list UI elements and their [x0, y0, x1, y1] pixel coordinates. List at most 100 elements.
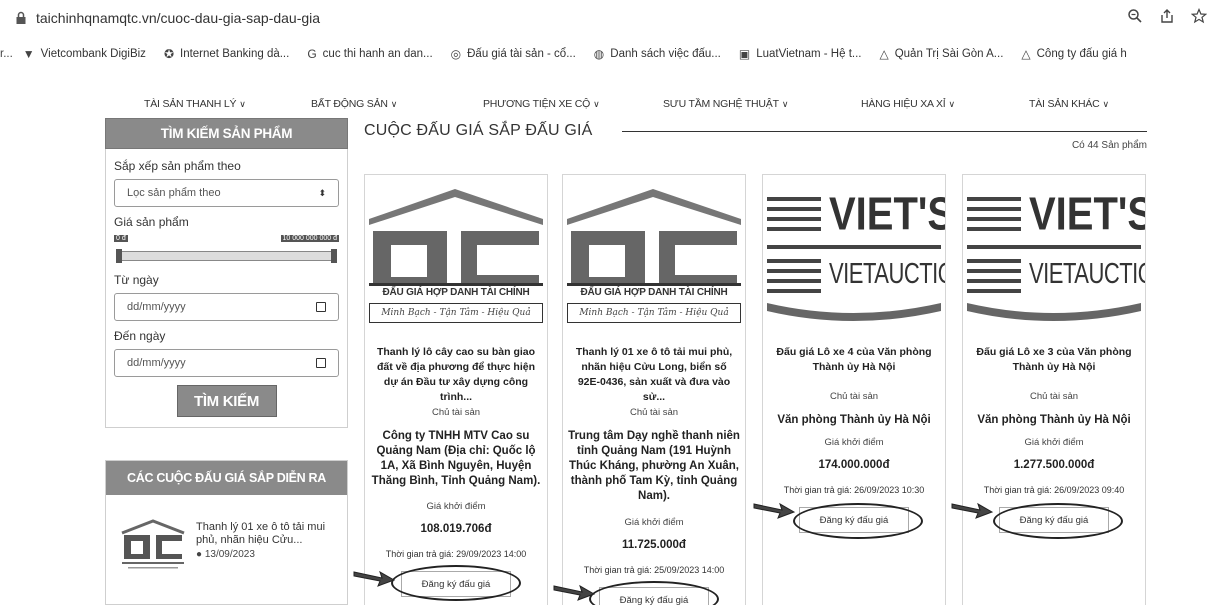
price-range-slider[interactable]: 0 đ 10 000 000 000 đ: [114, 235, 339, 269]
chevron-down-icon: ∨: [948, 99, 956, 109]
nav-item-bat-dong-san[interactable]: BẤT ĐỘNG SẢN ∨: [311, 98, 397, 110]
nav-item-phuong-tien[interactable]: PHƯƠNG TIỆN XE CỘ ∨: [483, 98, 600, 110]
bookmark-item[interactable]: ◍ Danh sách việc đấu...: [594, 47, 721, 61]
bookmark-item[interactable]: ◎ Đấu giá tài sản - cổ...: [451, 47, 576, 61]
bookmark-item[interactable]: ▼ Vietcombank DigiBiz: [23, 47, 146, 61]
auction-card[interactable]: VIET'S VIETAUCTION Đấu giá Lô xe 3 của V…: [962, 174, 1146, 605]
card-title[interactable]: Thanh lý 01 xe ô tô tải mui phủ, nhãn hi…: [569, 345, 739, 405]
bookmark-item[interactable]: △ Công ty đấu giá h: [1021, 47, 1126, 61]
hand-drawn-circle: [993, 503, 1123, 539]
upcoming-item-title[interactable]: Thanh lý 01 xe ô tô tải mui phủ, nhãn hi…: [196, 521, 343, 547]
logo-viet-top: VIET'S: [1029, 189, 1145, 240]
bookmarks-bar: r... ▼ Vietcombank DigiBiz ✪ Internet Bank…: [0, 47, 1127, 61]
logo-viet-top: VIET'S: [829, 189, 945, 240]
bookmark-item[interactable]: ✪ Internet Banking dà...: [164, 47, 289, 61]
search-button[interactable]: TÌM KIẾM: [176, 385, 277, 417]
bookmark-item[interactable]: △ Quản Trị Sài Gòn A...: [879, 47, 1003, 61]
nav-item-thanh-ly[interactable]: TÀI SẢN THANH LÝ ∨: [144, 98, 246, 110]
logo-caption: ĐẤU GIÁ HỢP DANH TÀI CHÍNH: [580, 287, 728, 298]
price-label: Giá khởi điểm: [624, 517, 684, 528]
vietauction-logo-image[interactable]: VIET'S VIETAUCTION: [763, 175, 945, 335]
chevron-down-icon: ∨: [781, 99, 789, 109]
upcoming-item-date: 13/09/2023: [204, 549, 255, 560]
pointer-arrow-icon: [753, 502, 796, 519]
drive-icon: △: [1021, 47, 1031, 61]
hand-drawn-circle: [793, 503, 923, 539]
nav-item-hang-hieu[interactable]: HÀNG HIỆU XA XỈ ∨: [861, 98, 955, 110]
shield-icon: ▼: [22, 47, 35, 61]
owner-label: Chủ tài sản: [829, 391, 879, 402]
url-text[interactable]: taichinhqnamqtc.vn/cuoc-dau-gia-sap-dau-…: [36, 10, 320, 26]
auction-card[interactable]: ĐẤU GIÁ HỢP DANH TÀI CHÍNH Minh Bạch - T…: [562, 174, 746, 605]
hand-drawn-circle: [589, 581, 719, 605]
vietauction-logo-image[interactable]: VIET'S VIETAUCTION: [963, 175, 1145, 335]
start-price: 174.000.000đ: [818, 459, 890, 471]
card-title[interactable]: Thanh lý lô cây cao su bàn giao đất về đ…: [371, 345, 541, 405]
logo-caption: ĐẤU GIÁ HỢP DANH TÀI CHÍNH: [382, 287, 530, 298]
owner-name: Văn phòng Thành ủy Hà Nội: [777, 414, 931, 426]
range-track: [120, 251, 333, 261]
owner-label: Chủ tài sản: [431, 407, 481, 418]
site-icon: ▣: [738, 47, 751, 61]
site-icon: ◎: [450, 47, 462, 61]
site-icon: ◍: [593, 47, 605, 61]
auction-card[interactable]: VIET'S VIETAUCTION Đấu giá Lô xe 4 của V…: [762, 174, 946, 605]
calendar-icon[interactable]: [316, 302, 326, 312]
lock-icon: [14, 11, 28, 25]
search-panel: TÌM KIẾM SẢN PHẨM Sắp xếp sản phẩm theo …: [105, 118, 348, 428]
qtc-logo-image[interactable]: ĐẤU GIÁ HỢP DANH TÀI CHÍNH Minh Bạch - T…: [365, 175, 547, 335]
price-label: Giá khởi điểm: [1024, 437, 1084, 448]
bid-time: Thời gian trả giá: 25/09/2023 14:00: [583, 565, 725, 575]
owner-label: Chủ tài sản: [629, 407, 679, 418]
qtc-logo-image[interactable]: ĐẤU GIÁ HỢP DANH TÀI CHÍNH Minh Bạch - T…: [563, 175, 745, 335]
google-icon: G: [307, 47, 317, 61]
address-bar[interactable]: taichinhqnamqtc.vn/cuoc-dau-gia-sap-dau-…: [0, 0, 1221, 36]
nav-item-tai-san-khac[interactable]: TÀI SẢN KHÁC ∨: [1029, 98, 1109, 110]
to-date-label: Đến ngày: [114, 329, 166, 343]
chevron-down-icon: ∨: [1102, 99, 1110, 109]
pointer-arrow-icon: [951, 502, 994, 519]
share-icon[interactable]: [1159, 8, 1175, 29]
from-date-label: Từ ngày: [114, 273, 159, 287]
owner-name: Trung tâm Dạy nghề thanh niên tỉnh Quảng…: [568, 430, 740, 502]
price-min-label: 0 đ: [114, 235, 128, 242]
hand-drawn-circle: [391, 565, 521, 601]
calendar-icon[interactable]: [316, 358, 326, 368]
search-panel-title: TÌM KIẾM SẢN PHẨM: [105, 118, 348, 149]
nav-item-suu-tam[interactable]: SƯU TẦM NGHỆ THUẬT ∨: [663, 98, 788, 110]
globe-icon: ✪: [163, 47, 174, 61]
page-title: CUỘC ĐẤU GIÁ SẮP ĐẤU GIÁ: [364, 122, 593, 139]
start-price: 1.277.500.000đ: [1013, 459, 1095, 471]
zoom-icon[interactable]: [1127, 8, 1143, 29]
price-label: Giá khởi điểm: [426, 501, 486, 512]
owner-label: Chủ tài sản: [1029, 391, 1079, 402]
pointer-arrow-icon: [553, 584, 596, 601]
logo-viet-bottom: VIETAUCTION: [829, 257, 945, 290]
price-label: Giá khởi điểm: [824, 437, 884, 448]
upcoming-title: CÁC CUỘC ĐẤU GIÁ SẮP DIỄN RA: [106, 461, 347, 495]
range-handle-max[interactable]: [331, 249, 337, 263]
owner-name: Văn phòng Thành ủy Hà Nội: [977, 414, 1131, 426]
clock-icon: ●: [196, 549, 203, 560]
upcoming-auctions-panel: CÁC CUỘC ĐẤU GIÁ SẮP DIỄN RA Thanh lý 01…: [105, 460, 348, 605]
auction-card[interactable]: ĐẤU GIÁ HỢP DANH TÀI CHÍNH Minh Bạch - T…: [364, 174, 548, 605]
card-title[interactable]: Đấu giá Lô xe 3 của Văn phòng Thành ủy H…: [969, 345, 1139, 375]
chevron-down-icon: ∨: [390, 99, 398, 109]
star-icon[interactable]: [1190, 7, 1208, 29]
price-max-label: 10 000 000 000 đ: [280, 235, 339, 242]
upcoming-item[interactable]: Thanh lý 01 xe ô tô tải mui phủ, nhãn hi…: [118, 517, 343, 573]
title-divider: [622, 131, 1147, 132]
bookmark-item[interactable]: ▣ LuatVietnam - Hệ t...: [739, 47, 862, 61]
bookmark-item[interactable]: Gcuc thi hanh an dan...: [307, 47, 432, 61]
start-price: 108.019.706đ: [420, 523, 492, 535]
chevron-down-icon: ∨: [239, 99, 246, 109]
sort-label: Sắp xếp sản phẩm theo: [114, 159, 241, 173]
chevron-down-icon: ∨: [593, 99, 600, 109]
to-date-input[interactable]: dd/mm/yyyy: [114, 349, 339, 377]
sort-select[interactable]: Lọc sản phẩm theo ⬍: [114, 179, 339, 207]
range-handle-min[interactable]: [116, 249, 122, 263]
bid-time: Thời gian trả giá: 29/09/2023 14:00: [385, 549, 527, 559]
card-title[interactable]: Đấu giá Lô xe 4 của Văn phòng Thành ủy H…: [769, 345, 939, 375]
logo-slogan: Minh Bạch - Tận Tâm - Hiệu Quả: [567, 303, 741, 323]
from-date-input[interactable]: dd/mm/yyyy: [114, 293, 339, 321]
